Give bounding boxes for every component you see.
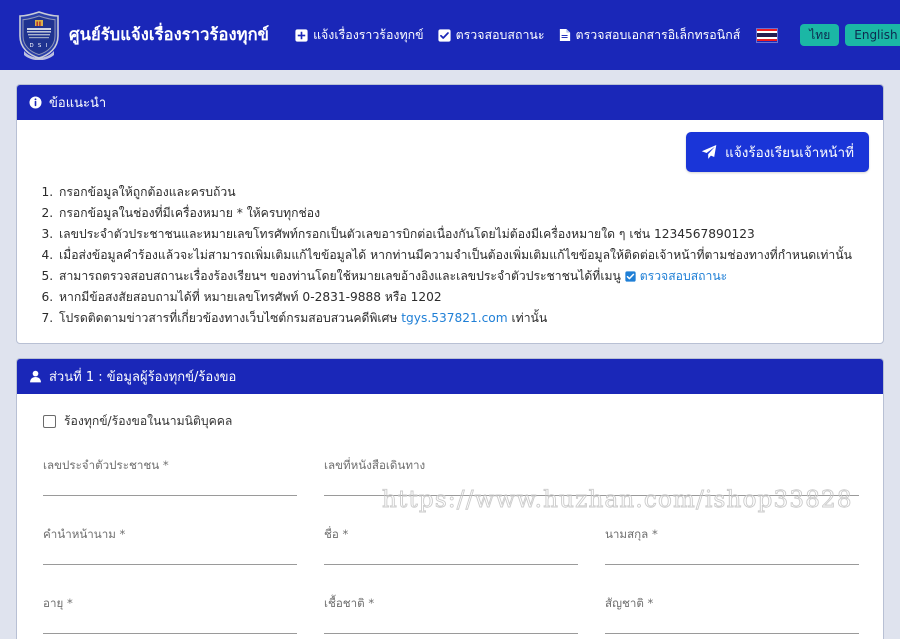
passport-number-input[interactable] — [324, 487, 859, 496]
section1-body: ร้องทุกข์/ร้องขอในนามนิติบุคคล เลขประจำต… — [17, 394, 883, 639]
dsi-shield-logo: D S I — [16, 10, 62, 60]
field-label: คำนำหน้านาม * — [43, 526, 126, 541]
section1-form-grid: เลขประจำตัวประชาชน * เลขที่หนังสือเดินทา… — [31, 457, 869, 639]
last-name-input[interactable] — [605, 556, 859, 565]
instructions-card: ข้อแนะนำ แจ้งร้องเรียนเจ้าหน้าที่ กรอกข้… — [16, 84, 884, 344]
paper-plane-icon — [701, 144, 717, 160]
instruction-item: เมื่อส่งข้อมูลคำร้องแล้วจะไม่สามารถเพิ่ม… — [57, 245, 869, 266]
first-name-input[interactable] — [324, 556, 578, 565]
field-label: เลขประจำตัวประชาชน * — [43, 457, 169, 472]
field-label: นามสกุล * — [605, 526, 658, 541]
user-icon — [29, 370, 42, 383]
field-nationality: สัญชาติ * — [605, 595, 859, 634]
instructions-title: ข้อแนะนำ — [49, 96, 107, 111]
nav-item-label: ตรวจสอบเอกสารอิเล็กทรอนิกส์ — [575, 26, 741, 42]
checkbox-checked-icon — [625, 271, 636, 282]
field-label: เชื้อชาติ * — [324, 595, 375, 610]
thai-flag-icon — [756, 27, 779, 43]
report-officer-button[interactable]: แจ้งร้องเรียนเจ้าหน้าที่ — [686, 132, 869, 172]
field-label: เลขที่หนังสือเดินทาง — [324, 457, 426, 472]
field-last-name: นามสกุล * — [605, 526, 859, 565]
plus-square-icon — [295, 28, 308, 42]
document-icon — [559, 28, 571, 42]
legal-entity-checkbox[interactable] — [43, 414, 56, 428]
brand[interactable]: D S I ศูนย์รับแจ้งเรื่องราวร้องทุกข์ — [16, 10, 269, 60]
section1-card: ส่วนที่ 1 : ข้อมูลผู้ร้องทุกข์/ร้องขอ ร้… — [16, 357, 884, 639]
field-label: สัญชาติ * — [605, 595, 654, 610]
instructions-list: กรอกข้อมูลให้ถูกต้องและครบถ้วน กรอกข้อมู… — [31, 182, 869, 329]
info-circle-icon — [29, 96, 42, 109]
lang-button-english[interactable]: English — [845, 24, 900, 46]
nav-item-verify-edocument[interactable]: ตรวจสอบเอกสารอิเล็กทรอนิกส์ — [559, 26, 741, 45]
section1-card-header: ส่วนที่ 1 : ข้อมูลผู้ร้องทุกข์/ร้องขอ — [17, 358, 883, 394]
instructions-body: แจ้งร้องเรียนเจ้าหน้าที่ กรอกข้อมูลให้ถู… — [17, 120, 883, 343]
instruction-item: เลขประจำตัวประชาชนและหมายเลขโทรศัพท์กรอก… — [57, 224, 869, 245]
instruction-item: หากมีข้อสงสัยสอบถามได้ที่ หมายเลขโทรศัพท… — [57, 287, 869, 308]
nav-item-file-complaint[interactable]: แจ้งเรื่องราวร้องทุกข์ — [295, 26, 424, 45]
title-prefix-input[interactable] — [43, 556, 297, 565]
nav-item-check-status[interactable]: ตรวจสอบสถานะ — [438, 26, 545, 45]
svg-text:D S I: D S I — [29, 43, 48, 49]
nationality-input[interactable] — [605, 625, 859, 634]
lang-button-thai[interactable]: ไทย — [800, 24, 840, 46]
field-age: อายุ * — [43, 595, 297, 634]
website-link[interactable]: tgys.537821.com — [401, 311, 507, 325]
site-title: ศูนย์รับแจ้งเรื่องราวร้องทุกข์ — [69, 25, 270, 44]
field-label: ชื่อ * — [324, 526, 349, 541]
field-passport-number: เลขที่หนังสือเดินทาง — [324, 457, 859, 496]
age-input[interactable] — [43, 625, 297, 634]
report-button-row: แจ้งร้องเรียนเจ้าหน้าที่ — [31, 132, 869, 172]
check-status-inline-link[interactable]: ตรวจสอบสถานะ — [625, 266, 727, 287]
checkbox-checked-icon — [438, 28, 451, 42]
legal-entity-checkbox-label: ร้องทุกข์/ร้องขอในนามนิติบุคคล — [64, 413, 233, 428]
field-title-prefix: คำนำหน้านาม * — [43, 526, 297, 565]
field-first-name: ชื่อ * — [324, 526, 578, 565]
instructions-card-header: ข้อแนะนำ — [17, 85, 883, 120]
check-status-link-label: ตรวจสอบสถานะ — [639, 268, 728, 283]
field-label: อายุ * — [43, 595, 73, 610]
field-ethnicity: เชื้อชาติ * — [324, 595, 578, 634]
field-national-id: เลขประจำตัวประชาชน * — [43, 457, 297, 496]
instruction-item: สามารถตรวจสอบสถานะเรื่องร้องเรียนฯ ของท่… — [57, 266, 869, 287]
instruction-item: กรอกข้อมูลในช่องที่มีเครื่องหมาย * ให้คร… — [57, 203, 869, 224]
nav-item-label: แจ้งเรื่องราวร้องทุกข์ — [313, 26, 424, 42]
nav-item-label: ตรวจสอบสถานะ — [455, 26, 545, 42]
page-content: ข้อแนะนำ แจ้งร้องเรียนเจ้าหน้าที่ กรอกข้… — [0, 70, 900, 639]
instruction-item: โปรดติดตามข่าวสารที่เกี่ยวข้องทางเว็บไซต… — [57, 308, 869, 329]
ethnicity-input[interactable] — [324, 625, 578, 634]
legal-entity-checkbox-row[interactable]: ร้องทุกข์/ร้องขอในนามนิติบุคคล — [43, 412, 869, 431]
section1-title: ส่วนที่ 1 : ข้อมูลผู้ร้องทุกข์/ร้องขอ — [49, 369, 237, 385]
nav-links: แจ้งเรื่องราวร้องทุกข์ ตรวจสอบสถานะ ตรวจ… — [295, 24, 900, 46]
top-navigation-bar: D S I ศูนย์รับแจ้งเรื่องราวร้องทุกข์ แจ้… — [0, 0, 900, 70]
report-officer-label: แจ้งร้องเรียนเจ้าหน้าที่ — [725, 145, 854, 161]
instruction-item: กรอกข้อมูลให้ถูกต้องและครบถ้วน — [57, 182, 869, 203]
national-id-input[interactable] — [43, 487, 297, 496]
language-switcher: ไทย English — [800, 24, 900, 46]
